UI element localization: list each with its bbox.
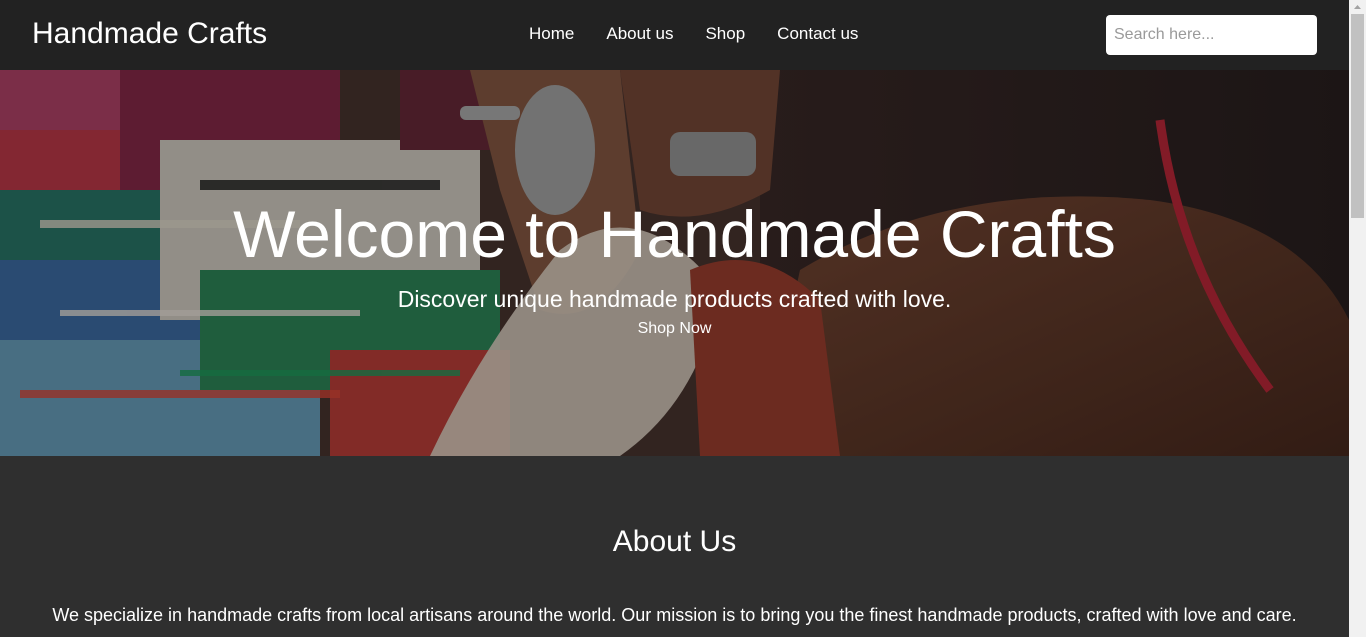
about-description: We specialize in handmade crafts from lo… [52, 605, 1297, 625]
main-nav: Home About us Shop Contact us [529, 24, 858, 44]
scroll-up-arrow-icon[interactable] [1349, 0, 1366, 14]
page: Handmade Crafts Home About us Shop Conta… [0, 0, 1349, 637]
site-header: Handmade Crafts Home About us Shop Conta… [0, 0, 1349, 70]
vertical-scrollbar[interactable] [1349, 0, 1366, 637]
nav-contact-link[interactable]: Contact us [777, 24, 858, 44]
about-heading: About Us [612, 525, 737, 558]
hero-subtitle: Discover unique handmade products crafte… [397, 286, 952, 312]
hero-banner: Welcome to Handmade Crafts Discover uniq… [0, 70, 1349, 456]
nav-home-link[interactable]: Home [529, 24, 574, 44]
nav-shop-link[interactable]: Shop [705, 24, 745, 44]
search-input[interactable] [1106, 15, 1317, 55]
nav-about-link[interactable]: About us [606, 24, 673, 44]
shop-now-link[interactable]: Shop Now [638, 320, 712, 337]
hero-cta-container: Shop Now [0, 319, 1349, 339]
site-logo[interactable]: Handmade Crafts [32, 16, 267, 52]
hero-title: Welcome to Handmade Crafts [233, 197, 1116, 271]
scrollbar-thumb[interactable] [1351, 14, 1364, 218]
